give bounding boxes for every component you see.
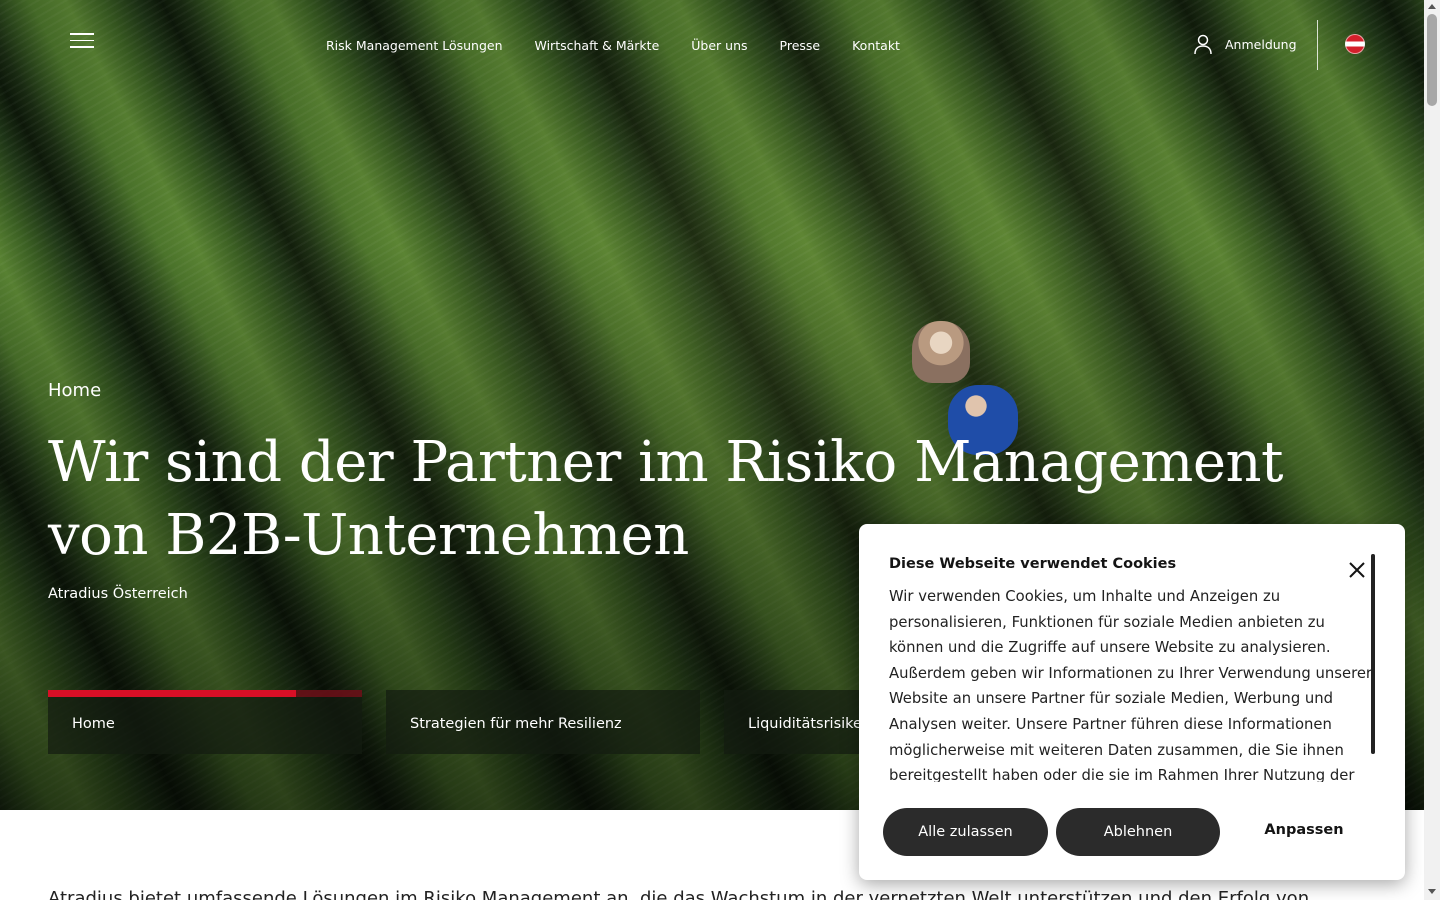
breadcrumb[interactable]: Home	[48, 380, 101, 401]
intro-text: Atradius bietet umfassende Lösungen im R…	[48, 888, 1310, 900]
user-icon	[1194, 34, 1212, 55]
main-nav: Risk Management Lösungen Wirtschaft & Mä…	[326, 38, 900, 53]
austria-flag-icon[interactable]	[1345, 34, 1365, 54]
page-scrollbar[interactable]	[1424, 0, 1440, 900]
cookie-dialog-text: Wir verwenden Cookies, um Inhalte und An…	[889, 588, 1373, 782]
scroll-up-icon[interactable]	[1428, 4, 1436, 9]
person-figure	[912, 321, 970, 383]
nav-item-ueber-uns[interactable]: Über uns	[691, 38, 747, 53]
site-header: Risk Management Lösungen Wirtschaft & Mä…	[0, 0, 1424, 90]
cookie-scrollbar-thumb[interactable]	[1371, 554, 1375, 754]
allow-all-button[interactable]: Alle zulassen	[883, 808, 1048, 856]
login-link[interactable]: Anmeldung	[1193, 33, 1297, 55]
scrollbar-thumb[interactable]	[1427, 14, 1437, 106]
nav-item-risk-management[interactable]: Risk Management Lösungen	[326, 38, 503, 53]
nav-item-kontakt[interactable]: Kontakt	[852, 38, 900, 53]
hamburger-menu-icon[interactable]	[70, 33, 94, 53]
cookie-dialog-title: Diese Webseite verwendet Cookies	[889, 556, 1177, 572]
header-divider	[1317, 20, 1318, 70]
scroll-down-icon[interactable]	[1428, 889, 1436, 894]
nav-item-wirtschaft-maerkte[interactable]: Wirtschaft & Märkte	[535, 38, 660, 53]
nav-item-presse[interactable]: Presse	[780, 38, 821, 53]
cookie-scrollbar[interactable]	[1371, 554, 1375, 754]
decline-button[interactable]: Ablehnen	[1056, 808, 1220, 856]
slider-tab-resilienz[interactable]: Strategien für mehr Resilienz	[386, 690, 700, 754]
slider-tab-home[interactable]: Home	[48, 690, 362, 754]
close-icon[interactable]	[1347, 560, 1367, 580]
slider-progress-bar	[48, 690, 297, 697]
login-label: Anmeldung	[1225, 36, 1297, 52]
customize-button[interactable]: Anpassen	[1228, 806, 1380, 854]
hero-subtitle: Atradius Österreich	[48, 586, 188, 602]
cookie-dialog: Diese Webseite verwendet Cookies Wir ver…	[859, 524, 1405, 880]
slider-tab-label: Strategien für mehr Resilienz	[410, 716, 622, 732]
slider-tab-label: Liquiditätsrisike	[748, 716, 862, 732]
slider-tab-label: Home	[72, 716, 115, 732]
